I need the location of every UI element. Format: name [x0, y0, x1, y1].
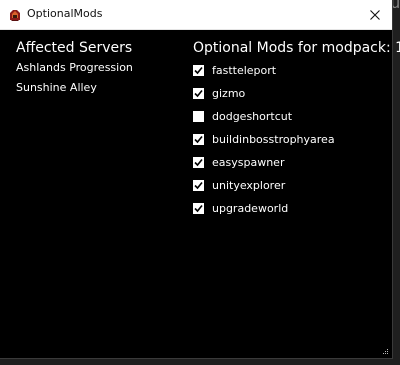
checkmark-icon [194, 158, 203, 167]
window-title: OptionalMods [27, 7, 103, 20]
window-content: Affected Servers Ashlands Progression Su… [0, 30, 400, 358]
mod-checkbox[interactable] [193, 180, 204, 191]
mod-checkbox[interactable] [193, 111, 204, 122]
mod-row-upgradeworld[interactable]: upgradeworld [193, 197, 400, 220]
mod-checkbox[interactable] [193, 157, 204, 168]
mod-checkbox[interactable] [193, 134, 204, 145]
affected-servers-header: Affected Servers [16, 40, 133, 56]
mod-checkbox[interactable] [193, 65, 204, 76]
optional-mods-header: Optional Mods for modpack: 1 [193, 40, 400, 56]
mod-label[interactable]: unityexplorer [212, 179, 285, 192]
checkmark-icon [194, 181, 203, 190]
mod-row-gizmo[interactable]: gizmo [193, 82, 400, 105]
checkmark-icon [194, 89, 203, 98]
optional-mods-section: Optional Mods for modpack: 1 fasttelepor… [193, 40, 400, 220]
mod-label[interactable]: buildinbosstrophyarea [212, 133, 335, 146]
mods-list: fastteleport gizmo dodgeshortcut buildin… [193, 59, 400, 220]
mod-label[interactable]: dodgeshortcut [212, 110, 292, 123]
mod-label[interactable]: fastteleport [212, 64, 276, 77]
mod-checkbox[interactable] [193, 203, 204, 214]
affected-servers-section: Affected Servers Ashlands Progression Su… [16, 40, 133, 98]
mod-label[interactable]: easyspawner [212, 156, 284, 169]
checkmark-icon [194, 204, 203, 213]
server-item: Ashlands Progression [16, 61, 133, 74]
mod-checkbox[interactable] [193, 88, 204, 99]
optional-mods-window: OptionalMods Affected Servers Ashlands P… [0, 0, 400, 359]
close-button[interactable] [358, 0, 392, 29]
mod-row-fastteleport[interactable]: fastteleport [193, 59, 400, 82]
mod-row-buildinbosstrophyarea[interactable]: buildinbosstrophyarea [193, 128, 400, 151]
app-icon [8, 8, 22, 22]
checkmark-icon [194, 135, 203, 144]
title-bar[interactable]: OptionalMods [0, 0, 392, 30]
close-icon [370, 9, 380, 20]
mod-label[interactable]: gizmo [212, 87, 245, 100]
mod-row-unityexplorer[interactable]: unityexplorer [193, 174, 400, 197]
mod-row-dodgeshortcut[interactable]: dodgeshortcut [193, 105, 400, 128]
resize-grip-icon[interactable] [382, 348, 389, 355]
server-item: Sunshine Alley [16, 81, 97, 94]
mod-row-easyspawner[interactable]: easyspawner [193, 151, 400, 174]
checkmark-icon [194, 66, 203, 75]
mod-label[interactable]: upgradeworld [212, 202, 288, 215]
